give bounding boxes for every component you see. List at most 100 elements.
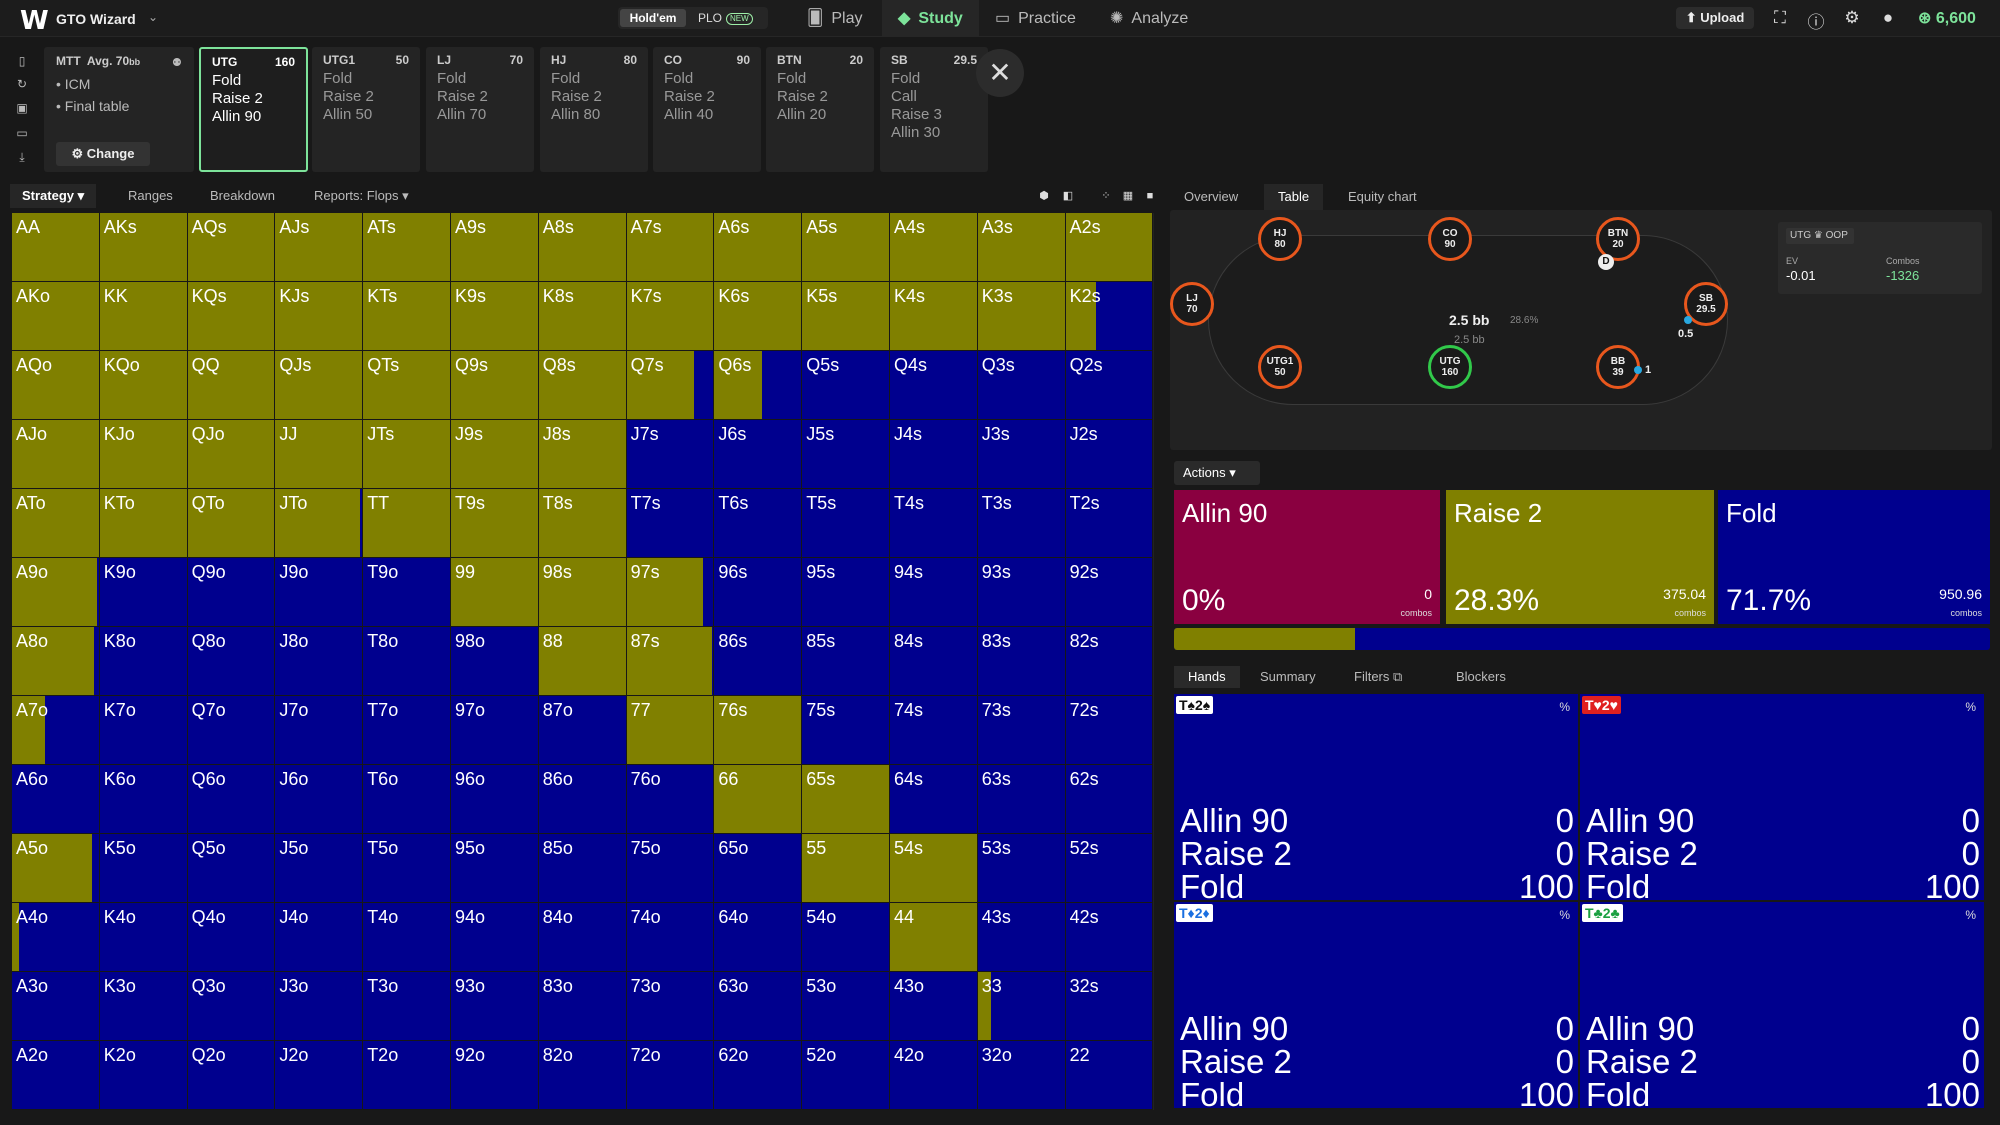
hand-cell-A2s[interactable]: A2s xyxy=(1065,213,1154,282)
hand-cell-K4o[interactable]: K4o xyxy=(99,903,188,972)
hand-cell-32o[interactable]: 32o xyxy=(977,1041,1066,1110)
hand-cell-K2o[interactable]: K2o xyxy=(99,1041,188,1110)
hand-cell-A2o[interactable]: A2o xyxy=(12,1041,100,1110)
hand-cell-A7s[interactable]: A7s xyxy=(626,213,715,282)
hand-cell-T6s[interactable]: T6s xyxy=(714,489,803,558)
hand-cell-T4o[interactable]: T4o xyxy=(363,903,451,972)
hand-cell-73o[interactable]: 73o xyxy=(626,972,715,1041)
seat-utg1[interactable]: UTG1 50 xyxy=(1258,345,1302,389)
hand-cell-ATs[interactable]: ATs xyxy=(363,213,451,282)
hand-cell-QTo[interactable]: QTo xyxy=(187,489,276,558)
hand-cell-KJs[interactable]: KJs xyxy=(275,282,364,351)
hand-cell-T5s[interactable]: T5s xyxy=(802,489,890,558)
help-icon[interactable]: ⓘ xyxy=(1806,8,1826,33)
hand-cell-62s[interactable]: 62s xyxy=(1065,765,1154,834)
hand-cell-K9o[interactable]: K9o xyxy=(99,558,188,627)
change-button[interactable]: ⚙ Change xyxy=(56,142,150,166)
position-card-utg[interactable]: UTG 160 Fold Raise 2 Allin 90 xyxy=(199,47,308,172)
tab-summary[interactable]: Summary xyxy=(1246,666,1330,688)
hand-cell-85o[interactable]: 85o xyxy=(538,834,627,903)
hand-cell-A5o[interactable]: A5o xyxy=(12,834,100,903)
grid-view-icon[interactable]: ▦ xyxy=(1120,188,1136,204)
coin-balance[interactable]: ⊛ 6,600 xyxy=(1918,8,1976,28)
hand-cell-T8o[interactable]: T8o xyxy=(363,627,451,696)
hand-cell-53s[interactable]: 53s xyxy=(977,834,1066,903)
hand-cell-J5o[interactable]: J5o xyxy=(275,834,364,903)
tab-ranges[interactable]: Ranges xyxy=(116,184,185,208)
hand-cell-Q2s[interactable]: Q2s xyxy=(1065,351,1154,420)
hand-cell-92s[interactable]: 92s xyxy=(1065,558,1154,627)
hand-cell-J3o[interactable]: J3o xyxy=(275,972,364,1041)
hand-cell-Q4s[interactable]: Q4s xyxy=(890,351,978,420)
hand-cell-54s[interactable]: 54s xyxy=(890,834,978,903)
hand-cell-J2s[interactable]: J2s xyxy=(1065,420,1154,489)
hand-cell-A3o[interactable]: A3o xyxy=(12,972,100,1041)
hand-cell-J6s[interactable]: J6s xyxy=(714,420,803,489)
plo-toggle[interactable]: PLO NEW xyxy=(698,10,753,26)
save-icon[interactable]: ▣ xyxy=(14,101,30,115)
tab-reports-flops[interactable]: Reports: Flops ▾ xyxy=(302,184,421,208)
hand-cell-KQs[interactable]: KQs xyxy=(187,282,276,351)
account-icon[interactable]: ● xyxy=(1878,8,1898,28)
hand-cell-A6s[interactable]: A6s xyxy=(714,213,803,282)
hand-cell-96o[interactable]: 96o xyxy=(451,765,539,834)
hand-cell-K4s[interactable]: K4s xyxy=(890,282,978,351)
tab-breakdown[interactable]: Breakdown xyxy=(198,184,287,208)
seat-utg[interactable]: UTG 160 xyxy=(1428,345,1472,389)
hand-combo-card[interactable]: T♠2♠% Allin 90 0 Raise 2 0 Fold 100 xyxy=(1174,694,1578,903)
upload-button[interactable]: ⬆ Upload xyxy=(1676,7,1754,29)
hand-cell-K7s[interactable]: K7s xyxy=(626,282,715,351)
hand-cell-T7o[interactable]: T7o xyxy=(363,696,451,765)
hand-cell-K7o[interactable]: K7o xyxy=(99,696,188,765)
export-icon[interactable]: ⤓ xyxy=(14,150,30,165)
screenshot-icon[interactable]: ⛶ xyxy=(1770,8,1790,28)
hand-cell-K5o[interactable]: K5o xyxy=(99,834,188,903)
hand-cell-J8o[interactable]: J8o xyxy=(275,627,364,696)
hand-cell-T3s[interactable]: T3s xyxy=(977,489,1066,558)
hand-cell-J9s[interactable]: J9s xyxy=(451,420,539,489)
action-allin-90[interactable]: Allin 90 0% 0 combos xyxy=(1174,490,1440,624)
compact-grid-icon[interactable]: ⁘ xyxy=(1098,188,1114,204)
hand-cell-86o[interactable]: 86o xyxy=(538,765,627,834)
hand-cell-Q6s[interactable]: Q6s xyxy=(714,351,803,420)
hand-cell-Q2o[interactable]: Q2o xyxy=(187,1041,276,1110)
hand-cell-97o[interactable]: 97o xyxy=(451,696,539,765)
hand-cell-J2o[interactable]: J2o xyxy=(275,1041,364,1110)
hand-cell-K2s[interactable]: K2s xyxy=(1065,282,1154,351)
hand-cell-AKs[interactable]: AKs xyxy=(99,213,188,282)
hand-cell-97s[interactable]: 97s xyxy=(626,558,715,627)
hand-cell-T3o[interactable]: T3o xyxy=(363,972,451,1041)
hand-cell-KJo[interactable]: KJo xyxy=(99,420,188,489)
hand-cell-75o[interactable]: 75o xyxy=(626,834,715,903)
hand-cell-53o[interactable]: 53o xyxy=(802,972,890,1041)
hand-cell-A9o[interactable]: A9o xyxy=(12,558,100,627)
hand-cell-J4s[interactable]: J4s xyxy=(890,420,978,489)
hand-cell-22[interactable]: 22 xyxy=(1065,1041,1154,1110)
hand-cell-Q5s[interactable]: Q5s xyxy=(802,351,890,420)
hand-cell-A7o[interactable]: A7o xyxy=(12,696,100,765)
position-card-co[interactable]: CO 90 Fold Raise 2 Allin 40 xyxy=(653,47,761,172)
hand-cell-QQ[interactable]: QQ xyxy=(187,351,276,420)
hand-cell-63s[interactable]: 63s xyxy=(977,765,1066,834)
tab-equity-chart[interactable]: Equity chart xyxy=(1334,184,1431,210)
hand-cell-64o[interactable]: 64o xyxy=(714,903,803,972)
hand-cell-95s[interactable]: 95s xyxy=(802,558,890,627)
tab-hands[interactable]: Hands xyxy=(1174,666,1240,688)
hand-cell-95o[interactable]: 95o xyxy=(451,834,539,903)
hand-cell-65s[interactable]: 65s xyxy=(802,765,890,834)
hand-cell-AA[interactable]: AA xyxy=(12,213,100,282)
controller-icon[interactable]: ▭ xyxy=(14,126,30,140)
app-name[interactable]: GTO Wizard xyxy=(56,11,136,27)
hand-cell-94s[interactable]: 94s xyxy=(890,558,978,627)
hand-combo-card[interactable]: T♣2♣% Allin 90 0 Raise 2 0 Fold 100 xyxy=(1580,902,1984,1111)
hand-cell-82s[interactable]: 82s xyxy=(1065,627,1154,696)
hand-cell-J8s[interactable]: J8s xyxy=(538,420,627,489)
hand-cell-J4o[interactable]: J4o xyxy=(275,903,364,972)
hand-cell-KK[interactable]: KK xyxy=(99,282,188,351)
hand-cell-66[interactable]: 66 xyxy=(714,765,803,834)
hand-cell-72o[interactable]: 72o xyxy=(626,1041,715,1110)
seat-hj[interactable]: HJ 80 xyxy=(1258,217,1302,261)
hand-cell-93s[interactable]: 93s xyxy=(977,558,1066,627)
hand-cell-J6o[interactable]: J6o xyxy=(275,765,364,834)
hand-cell-88[interactable]: 88 xyxy=(538,627,627,696)
